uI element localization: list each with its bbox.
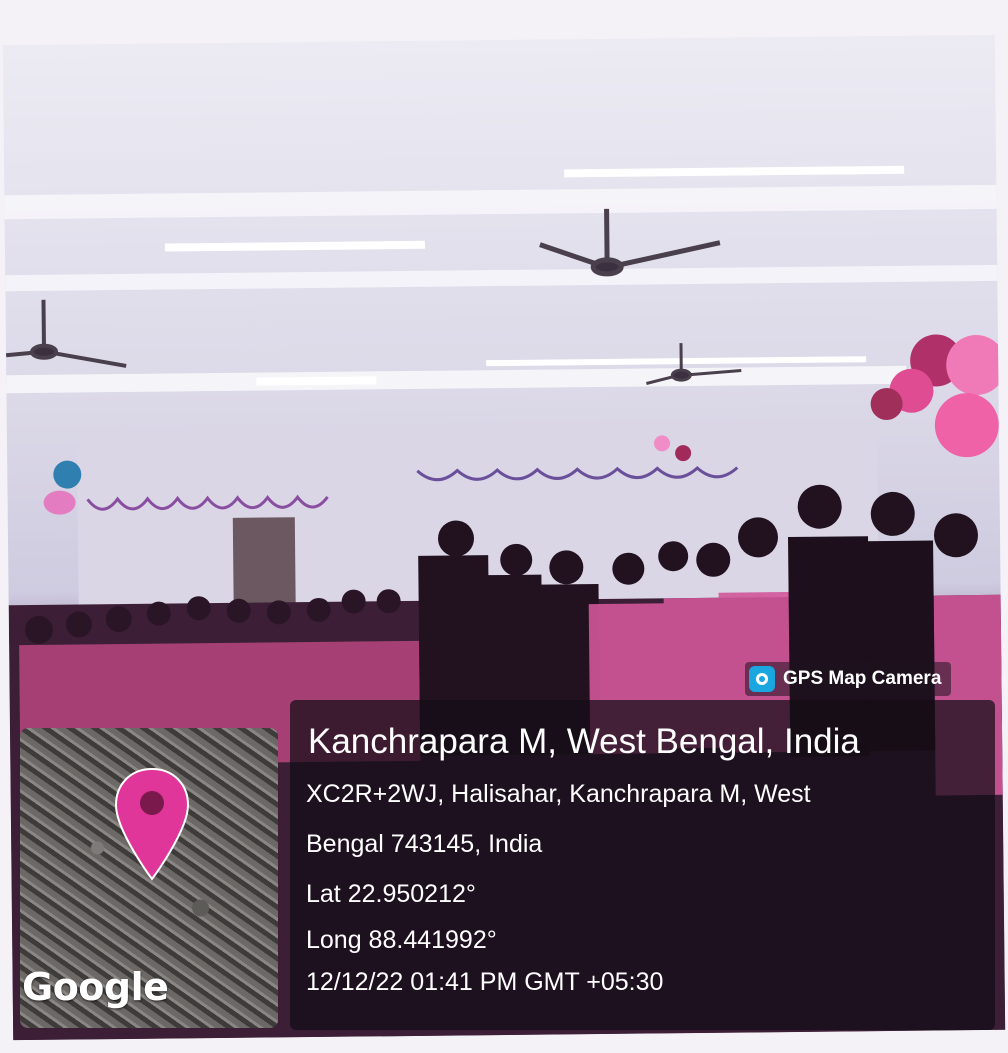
location-title: Kanchrapara M, West Bengal, India <box>308 722 860 761</box>
gps-map-camera-badge: GPS Map Camera <box>745 662 952 696</box>
camera-icon <box>749 666 775 692</box>
ceiling-fan <box>539 208 721 277</box>
address-line-1: XC2R+2WJ, Halisahar, Kanchrapara M, West <box>306 780 811 808</box>
ceiling-fan <box>5 299 127 368</box>
address-line-2: Bengal 743145, India <box>306 830 543 858</box>
gps-badge-label: GPS Map Camera <box>783 668 942 689</box>
longitude: Long 88.441992° <box>306 926 497 954</box>
map-pin-icon <box>114 767 190 881</box>
latitude: Lat 22.950212° <box>306 880 476 908</box>
timestamp: 12/12/22 01:41 PM GMT +05:30 <box>306 968 664 996</box>
google-logo: Google <box>22 965 169 1009</box>
